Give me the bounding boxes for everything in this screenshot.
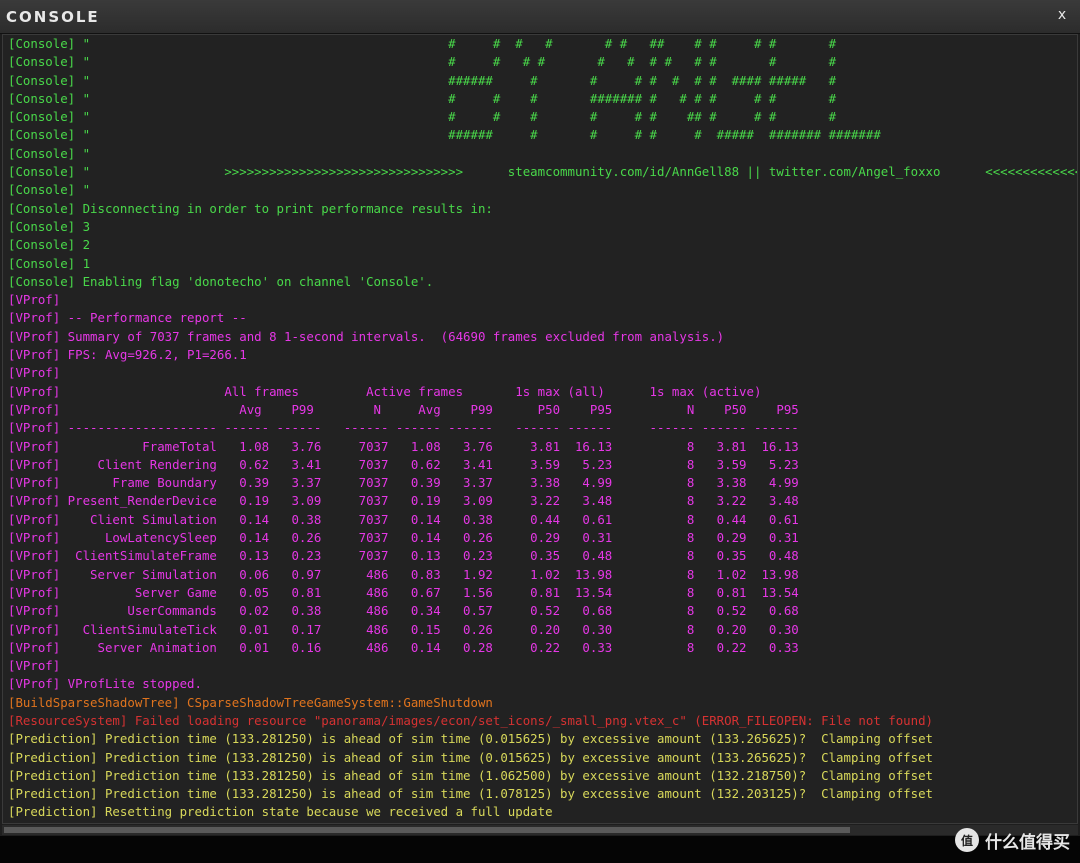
log-line-prediction: [Prediction] Prediction time (133.281250… <box>8 786 934 802</box>
log-line-console: [Console] " # # # # # # ## # # # # # <box>8 36 837 51</box>
log-line-console: [Console] " # # # # # # # # # # # # <box>8 54 837 70</box>
close-icon[interactable]: x <box>1054 7 1070 25</box>
log-line-vprof: [VProf] Server Game 0.05 0.81 486 0.67 1… <box>8 584 799 600</box>
window-title: CONSOLE <box>6 8 100 26</box>
log-line-vprof: [VProf] Frame Boundary 0.39 3.37 7037 0.… <box>8 475 799 491</box>
log-line-vprof: [VProf] Server Simulation 0.06 0.97 486 … <box>8 566 799 582</box>
log-line-console: [Console] " # # # ####### # # # # # # # <box>8 90 837 106</box>
watermark-text: 什么值得买 <box>985 832 1070 853</box>
log-line-console: [Console] " # # # # # # ## # # # # <box>8 109 837 125</box>
log-line-vprof: [VProf] Summary of 7037 frames and 8 1-s… <box>8 328 725 344</box>
log-line-console: [Console] 2 <box>8 237 91 253</box>
console-window: CONSOLE x [Console] " # # # # # # ## # #… <box>0 0 1080 863</box>
log-line-console: [Console] " >>>>>>>>>>>>>>>>>>>>>>>>>>>>… <box>8 164 1077 180</box>
log-line-vprof: [VProf] ClientSimulateFrame 0.13 0.23 70… <box>8 548 799 564</box>
watermark-logo: 值 <box>955 828 979 852</box>
log-line-vprof: [VProf] FrameTotal 1.08 3.76 7037 1.08 3… <box>8 438 799 454</box>
log-line-vprof: [VProf] Client Simulation 0.14 0.38 7037… <box>8 511 799 527</box>
log-line-console: [Console] Enabling flag 'donotecho' on c… <box>8 273 434 289</box>
log-line-prediction: [Prediction] Prediction time (133.281250… <box>8 749 934 765</box>
log-line-vprof: [VProf] Server Animation 0.01 0.16 486 0… <box>8 639 799 655</box>
log-line-vprof: [VProf] All frames Active frames 1s max … <box>8 383 762 399</box>
log-line-vprof: [VProf] <box>8 365 61 381</box>
log-line-prediction: [Prediction] Resetting prediction state … <box>8 804 553 820</box>
log-line-vprof: [VProf] -------------------- ------ ----… <box>8 420 799 436</box>
log-line-vprof: [VProf] UserCommands 0.02 0.38 486 0.34 … <box>8 603 799 619</box>
log-line-vprof: [VProf] <box>8 658 61 674</box>
log-line-console: [Console] " ###### # # # # # # # #### ##… <box>8 72 837 88</box>
log-line-resource: [ResourceSystem] Failed loading resource… <box>8 712 934 728</box>
scrollbar-thumb[interactable] <box>4 827 850 833</box>
log-line-console: [Console] " ###### # # # # # ##### #####… <box>8 127 881 143</box>
log-line-prediction: [Prediction] Prediction time (133.281250… <box>8 731 934 747</box>
log-line-console: [Console] 1 <box>8 255 91 271</box>
horizontal-scrollbar[interactable] <box>2 825 1078 835</box>
title-bar[interactable]: CONSOLE x <box>0 0 1080 34</box>
log-line-console: [Console] " <box>8 145 91 161</box>
log-line-build: [BuildSparseShadowTree] CSparseShadowTre… <box>8 694 493 710</box>
log-line-vprof: [VProf] Avg P99 N Avg P99 P50 P95 N P50 … <box>8 401 799 417</box>
log-line-vprof: [VProf] LowLatencySleep 0.14 0.26 7037 0… <box>8 530 799 546</box>
log-line-vprof: [VProf] <box>8 292 61 308</box>
log-line-prediction: [Prediction] Prediction time (133.281250… <box>8 767 934 783</box>
console-log-output[interactable]: [Console] " # # # # # # ## # # # # # [Con… <box>2 34 1078 824</box>
log-line-vprof: [VProf] FPS: Avg=926.2, P1=266.1 <box>8 347 247 363</box>
console-input-bar[interactable] <box>0 836 1080 863</box>
log-line-console: [Console] 3 <box>8 218 91 234</box>
log-line-vprof: [VProf] Client Rendering 0.62 3.41 7037 … <box>8 456 799 472</box>
log-line-console: [Console] Disconnecting in order to prin… <box>8 200 493 216</box>
log-line-console: [Console] " <box>8 182 91 198</box>
log-line-vprof: [VProf] ClientSimulateTick 0.01 0.17 486… <box>8 621 799 637</box>
log-line-vprof: [VProf] Present_RenderDevice 0.19 3.09 7… <box>8 493 799 509</box>
watermark: 值 什么值得买 <box>955 826 1070 854</box>
log-line-vprof: [VProf] -- Performance report -- <box>8 310 247 326</box>
log-line-vprof: [VProf] VProfLite stopped. <box>8 676 202 692</box>
